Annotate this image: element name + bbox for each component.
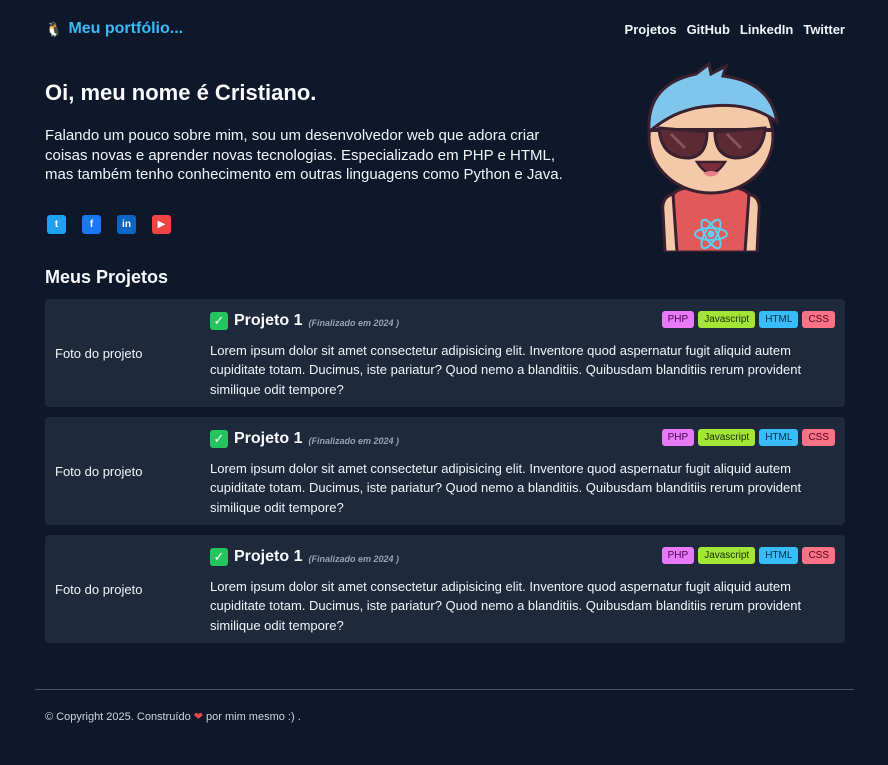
project-photo-placeholder: Foto do projeto [55, 345, 143, 361]
projects-title: Meus Projetos [45, 267, 169, 287]
social-links: t f in ▶ [47, 215, 171, 234]
project-title: Projeto 1 [234, 548, 303, 565]
brand-link[interactable]: 🐧 Meu portfólio... [45, 20, 183, 38]
navbar: 🐧 Meu portfólio... Projetos GitHub Linke… [45, 0, 845, 58]
tag-php: PHP [661, 311, 695, 328]
nav-links: Projetos GitHub LinkedIn Twitter [625, 22, 845, 37]
project-description: Lorem ipsum dolor sit amet consectetur a… [210, 343, 802, 397]
nav-link-github[interactable]: GitHub [687, 22, 730, 37]
project-description: Lorem ipsum dolor sit amet consectetur a… [210, 579, 802, 633]
project-status: (Finalizado em 2024 ) [308, 318, 399, 328]
tag-javascript: Javascript [698, 311, 756, 328]
tag-html: HTML [759, 311, 799, 328]
footer-suffix: por mim mesmo :) . [202, 711, 301, 723]
page: 🐧 Meu portfólio... Projetos GitHub Linke… [45, 0, 845, 643]
hero-section: Oi, meu nome é Cristiano. Falando um pou… [45, 58, 845, 253]
project-card[interactable]: Foto do projeto ✓ Projeto 1 (Finalizado … [45, 417, 845, 525]
checkmark-icon: ✓ [210, 548, 228, 566]
project-title: Projeto 1 [234, 430, 303, 447]
tag-css: CSS [802, 429, 835, 446]
hero-title: Oi, meu nome é Cristiano. [45, 80, 317, 105]
checkmark-icon: ✓ [210, 430, 228, 448]
project-body: ✓ Projeto 1 (Finalizado em 2024 ) PHP Ja… [210, 417, 845, 525]
tag-javascript: Javascript [698, 429, 756, 446]
tag-php: PHP [661, 547, 695, 564]
project-status: (Finalizado em 2024 ) [308, 436, 399, 446]
brand-label: Meu portfólio... [68, 20, 184, 37]
footer-divider [35, 689, 854, 690]
nav-link-twitter[interactable]: Twitter [803, 22, 845, 37]
nav-link-linkedin[interactable]: LinkedIn [740, 22, 793, 37]
facebook-icon[interactable]: f [82, 215, 101, 234]
tag-css: CSS [802, 547, 835, 564]
hero-text: Falando um pouco sobre mim, sou um desen… [45, 127, 563, 183]
nav-link-projetos[interactable]: Projetos [625, 22, 677, 37]
youtube-icon[interactable]: ▶ [152, 215, 171, 234]
tag-javascript: Javascript [698, 547, 756, 564]
project-body: ✓ Projeto 1 (Finalizado em 2024 ) PHP Ja… [210, 535, 845, 643]
project-title: Projeto 1 [234, 312, 303, 329]
footer: © Copyright 2025. Construído ❤ por mim m… [45, 710, 301, 723]
project-card[interactable]: Foto do projeto ✓ Projeto 1 (Finalizado … [45, 299, 845, 407]
tag-html: HTML [759, 547, 799, 564]
tag-php: PHP [661, 429, 695, 446]
tech-tags: PHP Javascript HTML CSS [661, 311, 835, 328]
avatar-illustration [647, 62, 780, 252]
tech-tags: PHP Javascript HTML CSS [661, 429, 835, 446]
project-body: ✓ Projeto 1 (Finalizado em 2024 ) PHP Ja… [210, 299, 845, 407]
penguin-icon: 🐧 [45, 20, 63, 37]
tag-html: HTML [759, 429, 799, 446]
heart-icon: ❤ [193, 711, 203, 723]
tag-css: CSS [802, 311, 835, 328]
footer-copyright: © Copyright 2025. Construído [45, 711, 194, 723]
tech-tags: PHP Javascript HTML CSS [661, 547, 835, 564]
project-photo-placeholder: Foto do projeto [55, 463, 143, 479]
project-photo-placeholder: Foto do projeto [55, 581, 143, 597]
project-description: Lorem ipsum dolor sit amet consectetur a… [210, 461, 802, 515]
project-status: (Finalizado em 2024 ) [308, 554, 399, 564]
twitter-icon[interactable]: t [47, 215, 66, 234]
checkmark-icon: ✓ [210, 312, 228, 330]
linkedin-icon[interactable]: in [117, 215, 136, 234]
project-card[interactable]: Foto do projeto ✓ Projeto 1 (Finalizado … [45, 535, 845, 643]
